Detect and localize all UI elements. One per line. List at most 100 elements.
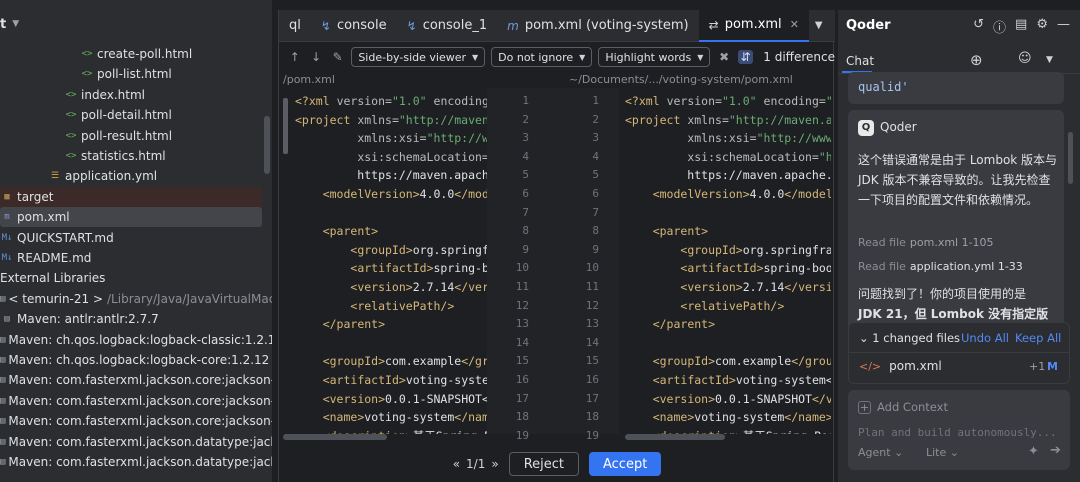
tree-item[interactable]: ▤ Maven: com.fasterxml.jackson.datatype:j…	[0, 432, 272, 452]
tree-item[interactable]: ▤ Maven: com.fasterxml.jackson.datatype:j…	[0, 452, 272, 472]
code-line: <project xmlns="http://maven.	[295, 112, 487, 127]
tree-item-label: Maven: ch.qos.logback:logback-classic:1.…	[8, 332, 272, 347]
chat-input-box[interactable]: + Add Context Plan and build autonomousl…	[848, 390, 1070, 470]
new-chat-icon[interactable]: ⊕	[970, 51, 983, 69]
tree-item[interactable]: <> index.html	[0, 85, 262, 105]
tab-console-1[interactable]: ↯ console_1	[397, 10, 498, 42]
mode-select[interactable]: Agent ⌄	[858, 446, 903, 459]
tree-item[interactable]: ☰ application.yml	[0, 166, 262, 186]
code-icon: </>	[859, 359, 882, 373]
changed-file-row[interactable]: </> pom.xml	[859, 359, 942, 373]
diff-action-bar: « 1/1 » Reject Accept	[279, 446, 835, 482]
tree-item[interactable]: ▤ Maven: ch.qos.logback:logback-core:1.2.…	[0, 350, 269, 370]
html-file-icon: <>	[65, 89, 77, 100]
history-icon[interactable]: ↺	[973, 17, 984, 36]
line-number: 15	[515, 354, 529, 368]
read-file-entry[interactable]: Read file pom.xml 1-105	[858, 236, 994, 249]
right-file-path: ~/Documents/.../voting-system/pom.xml	[569, 73, 793, 86]
tree-item[interactable]: ▤ Maven: ch.qos.logback:logback-classic:1…	[0, 330, 272, 350]
read-file-entry[interactable]: Read file application.yml 1-33	[858, 260, 1023, 273]
sync-scroll-icon[interactable]: ⇵	[737, 50, 754, 64]
left-code-pane[interactable]: <?xml version="1.0" encoding= <project xm…	[279, 88, 487, 434]
tab-ql[interactable]: ql	[279, 10, 311, 42]
code-line: <relativePath/>	[350, 298, 455, 313]
tree-item[interactable]: External Libraries	[0, 268, 262, 288]
tree-item[interactable]: <> poll-result.html	[0, 126, 262, 146]
previous-message-tail: qualid'	[858, 80, 909, 94]
tab-chat[interactable]: Chat	[846, 54, 874, 68]
tree-item[interactable]: M↓ README.md	[0, 248, 262, 268]
left-horizontal-scrollbar[interactable]	[283, 434, 387, 440]
tree-item[interactable]: ▤ Maven: com.fasterxml.jackson.core:jacks…	[0, 370, 272, 390]
code-line: <groupId>org.springfram	[680, 242, 831, 257]
close-icon[interactable]: ✕	[790, 18, 799, 31]
tree-item[interactable]: ▤ Maven: com.fasterxml.jackson.core:jacks…	[0, 391, 272, 411]
right-horizontal-scrollbar[interactable]	[625, 434, 725, 440]
line-number: 12	[585, 298, 599, 312]
tree-item[interactable]: <> create-poll.html	[0, 44, 262, 64]
code-line: </parent>	[322, 317, 386, 332]
project-scrollbar[interactable]	[264, 116, 270, 174]
chevron-double-right-icon[interactable]: »	[491, 457, 498, 471]
arrow-down-icon[interactable]: ↓	[308, 50, 323, 64]
viewer-select[interactable]: Side-by-side viewer ▼	[351, 47, 486, 67]
highlight-select[interactable]: Highlight words ▼	[598, 47, 711, 67]
changed-files-count[interactable]: ⌄ 1 changed files	[859, 331, 960, 345]
tab-console[interactable]: ↯ console	[311, 10, 397, 42]
code-line: <groupId>org.springfr	[350, 242, 487, 257]
assistant-message-card: Q Qoder 这个错误通常是由于 Lombok 版本与 JDK 版本不兼容导致…	[848, 110, 1064, 340]
chat-input-placeholder[interactable]: Plan and build autonomously...	[858, 426, 1057, 439]
undo-all-link[interactable]: Undo All	[961, 331, 1009, 345]
tree-item-path: /Library/Java/JavaVirtualMachine	[107, 291, 272, 306]
model-select[interactable]: Lite ⌄	[926, 446, 959, 459]
tab-pom-voting-system[interactable]: m pom.xml (voting-system)	[497, 10, 699, 42]
chat-scrollbar[interactable]	[1068, 132, 1073, 184]
line-number: 10	[585, 261, 599, 275]
chevron-double-left-icon[interactable]: «	[453, 457, 460, 471]
tree-item[interactable]: <> statistics.html	[0, 146, 262, 166]
read-file-label: Read file	[858, 260, 906, 273]
read-file-name: pom.xml 1-105	[909, 236, 994, 249]
code-line: <artifactId>voting-system	[322, 373, 487, 387]
help-icon[interactable]: ⓘ	[993, 17, 1006, 36]
editor-tabs: ql ↯ console ↯ console_1 m pom.xml (voti…	[279, 9, 848, 42]
settings-icon[interactable]: ⚙	[1036, 17, 1048, 36]
sparkle-icon[interactable]: ✦	[1028, 444, 1039, 459]
chevron-down-icon[interactable]: ▼	[12, 19, 19, 29]
accept-button[interactable]: Accept	[589, 452, 662, 476]
project-header-label: t	[0, 16, 7, 32]
minimize-icon[interactable]: —	[1057, 17, 1070, 36]
ignore-select-label: Do not ignore	[498, 50, 574, 64]
chevron-down-icon[interactable]: ▼	[815, 20, 823, 31]
reject-button[interactable]: Reject	[508, 452, 579, 476]
collapse-icon[interactable]: ✖	[716, 50, 731, 64]
viewer-select-label: Side-by-side viewer	[358, 50, 466, 64]
arrow-up-icon[interactable]: ↑	[287, 50, 302, 64]
tab-pom-diff[interactable]: ⇄ pom.xml ✕	[698, 9, 809, 42]
send-icon[interactable]: ➔	[1050, 443, 1061, 458]
qoder-logo-icon: Q	[858, 120, 874, 136]
user-icon[interactable]: ☺	[1018, 51, 1032, 66]
tree-item[interactable]: <> poll-list.html	[0, 64, 262, 84]
line-number: 5	[592, 168, 599, 182]
maven-file-icon: m	[4, 212, 10, 223]
tree-item[interactable]: ▤ < temurin-21 >/Library/Java/JavaVirtual…	[0, 289, 272, 309]
edit-icon[interactable]: ✎	[330, 50, 345, 64]
keep-all-link[interactable]: Keep All	[1015, 331, 1061, 345]
code-line: <relativePath/>	[680, 298, 785, 313]
book-icon[interactable]: ▤	[1015, 17, 1027, 36]
tree-item[interactable]: ■ target	[0, 186, 262, 207]
chevron-down-icon[interactable]: ▼	[1046, 55, 1053, 65]
line-number: 4	[592, 149, 599, 163]
code-line: <artifactId>voting-system</	[652, 373, 831, 387]
ignore-select[interactable]: Do not ignore ▼	[491, 47, 593, 67]
tree-item[interactable]: <> poll-detail.html	[0, 105, 262, 125]
tree-item[interactable]: m pom.xml	[0, 207, 262, 228]
tree-item[interactable]: M↓ QUICKSTART.md	[0, 228, 262, 248]
code-line: <name>voting-system</name	[322, 410, 487, 425]
tree-item[interactable]: ▤ Maven: antlr:antlr:2.7.7	[0, 309, 262, 329]
project-header[interactable]: t ▼	[0, 14, 19, 34]
tree-item[interactable]: ▤ Maven: com.fasterxml.jackson.core:jacks…	[0, 411, 272, 431]
add-context-button[interactable]: + Add Context	[858, 400, 948, 414]
right-code-pane[interactable]: <?xml version="1.0" encoding="U <project …	[619, 88, 831, 434]
